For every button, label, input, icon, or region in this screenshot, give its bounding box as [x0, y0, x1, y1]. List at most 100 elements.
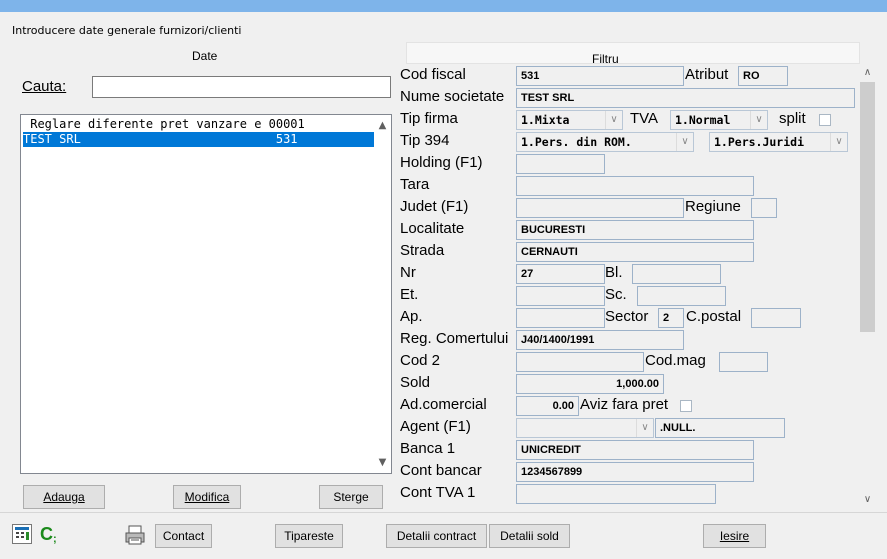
print-button-label: Tipareste	[284, 529, 334, 543]
exit-button-label: Iesire	[719, 529, 750, 543]
contract-details-label: Detalii contract	[396, 529, 477, 543]
list-item[interactable]: Reglare diferente pret vanzare e 00001	[23, 117, 374, 132]
cod2-field[interactable]	[516, 352, 644, 372]
tva-label: TVA	[630, 110, 659, 127]
split-label: split	[779, 110, 806, 127]
scroll-up-icon[interactable]: ▲	[374, 117, 391, 134]
cpostal-field[interactable]	[751, 308, 801, 328]
window-title: Introducere date generale furnizori/clie…	[12, 24, 242, 37]
sold-details-button[interactable]: Detalii sold	[489, 524, 570, 548]
ap-label: Ap.	[400, 308, 423, 325]
list-item-selected[interactable]: TEST SRL 531	[23, 132, 374, 147]
tara-label: Tara	[400, 176, 430, 193]
tara-field[interactable]	[516, 176, 754, 196]
strada-field[interactable]: CERNAUTI	[516, 242, 754, 262]
nr-field[interactable]: 27	[516, 264, 605, 284]
tip-firma-label: Tip firma	[400, 110, 458, 127]
scroll-down-icon[interactable]: ∨	[859, 491, 876, 508]
tip394-select-2[interactable]: 1.Pers.Juridi ∨	[709, 132, 848, 152]
sold-label: Sold	[400, 374, 431, 391]
cod-fiscal-field[interactable]: 531	[516, 66, 684, 86]
et-field[interactable]	[516, 286, 605, 306]
currency-icon[interactable]: C;	[40, 523, 62, 545]
main-window: Introducere date generale furnizori/clie…	[0, 0, 887, 559]
agent-label: Agent (F1)	[400, 418, 471, 435]
cod2-label: Cod 2	[400, 352, 441, 369]
holding-label: Holding (F1)	[400, 154, 483, 171]
split-checkbox[interactable]	[819, 114, 831, 126]
bl-field[interactable]	[632, 264, 721, 284]
chevron-down-icon[interactable]: ∨	[750, 111, 767, 129]
chevron-down-icon[interactable]: ∨	[636, 419, 653, 437]
scroll-down-icon[interactable]: ▼	[374, 454, 391, 471]
print-button[interactable]: Tipareste	[275, 524, 343, 548]
cont-tva1-field[interactable]	[516, 484, 716, 504]
tab-date-label: Date	[192, 49, 218, 63]
contract-details-button[interactable]: Detalii contract	[386, 524, 487, 548]
bl-label: Bl.	[605, 264, 623, 281]
holding-field[interactable]	[516, 154, 605, 174]
cpostal-label: C.postal	[686, 308, 742, 325]
chevron-down-icon[interactable]: ∨	[676, 133, 693, 151]
tip-firma-select[interactable]: 1.Mixta ∨	[516, 110, 623, 130]
list-scrollbar[interactable]: ▲ ▼	[374, 115, 391, 473]
localitate-label: Localitate	[400, 220, 465, 237]
cont-bancar-label: Cont bancar	[400, 462, 482, 479]
agent-select[interactable]: ∨	[516, 418, 654, 438]
chevron-down-icon[interactable]: ∨	[605, 111, 622, 129]
cont-bancar-field[interactable]: 1234567899	[516, 462, 754, 482]
tab-date[interactable]: Date	[0, 42, 406, 66]
exit-button[interactable]: Iesire	[703, 524, 766, 548]
strada-label: Strada	[400, 242, 445, 259]
et-label: Et.	[400, 286, 419, 303]
desktop-background	[0, 0, 887, 12]
scroll-up-icon[interactable]: ∧	[859, 64, 876, 81]
atribut-field[interactable]: RO	[738, 66, 788, 86]
sector-label: Sector	[605, 308, 649, 325]
search-label: Cauta:	[22, 78, 67, 95]
modify-button-label: Modifica	[184, 490, 230, 504]
sector-field[interactable]: 2	[658, 308, 684, 328]
adcom-label: Ad.comercial	[400, 396, 487, 413]
banca1-field[interactable]: UNICREDIT	[516, 440, 754, 460]
tva-value: 1.Normal	[675, 113, 731, 127]
agent-name-field[interactable]: .NULL.	[655, 418, 785, 438]
judet-field[interactable]	[516, 198, 684, 218]
scroll-thumb[interactable]	[860, 82, 875, 332]
add-button[interactable]: Adauga	[23, 485, 105, 509]
tva-select[interactable]: 1.Normal ∨	[670, 110, 768, 130]
nume-field[interactable]: TEST SRL	[516, 88, 855, 108]
form-scrollbar[interactable]: ∧ ∨	[859, 64, 876, 508]
tip394-select[interactable]: 1.Pers. din ROM. ∨	[516, 132, 694, 152]
reg-com-field[interactable]: J40/1400/1991	[516, 330, 684, 350]
codmag-label: Cod.mag	[645, 352, 706, 369]
adcom-field[interactable]: 0.00	[516, 396, 579, 416]
reg-com-label: Reg. Comertului	[400, 330, 509, 347]
tip394-label: Tip 394	[400, 132, 450, 149]
contact-button[interactable]: Contact	[155, 524, 212, 548]
aviz-checkbox[interactable]	[680, 400, 692, 412]
codmag-field[interactable]	[719, 352, 768, 372]
search-input[interactable]	[92, 76, 391, 98]
modify-button[interactable]: Modifica	[173, 485, 241, 509]
aviz-label: Aviz fara pret	[580, 396, 669, 413]
printer-icon[interactable]	[124, 524, 146, 546]
ap-field[interactable]	[516, 308, 605, 328]
calculator-icon[interactable]	[12, 524, 32, 544]
title-bar: Introducere date generale furnizori/clie…	[0, 12, 887, 42]
delete-button-label: Sterge	[333, 490, 369, 504]
bottom-separator	[0, 512, 887, 513]
cod-fiscal-label: Cod fiscal	[400, 66, 466, 83]
delete-button[interactable]: Sterge	[319, 485, 383, 509]
chevron-down-icon[interactable]: ∨	[830, 133, 847, 151]
judet-label: Judet (F1)	[400, 198, 469, 215]
regiune-label: Regiune	[685, 198, 741, 215]
sold-details-label: Detalii sold	[500, 529, 559, 543]
tab-filtru[interactable]: Filtru	[406, 42, 860, 66]
sc-field[interactable]	[637, 286, 726, 306]
partner-list[interactable]: Reglare diferente pret vanzare e 00001 T…	[20, 114, 392, 474]
tip394-value-2: 1.Pers.Juridi	[714, 135, 805, 149]
sold-field[interactable]: 1,000.00	[516, 374, 664, 394]
regiune-field[interactable]	[751, 198, 777, 218]
localitate-field[interactable]: BUCURESTI	[516, 220, 754, 240]
